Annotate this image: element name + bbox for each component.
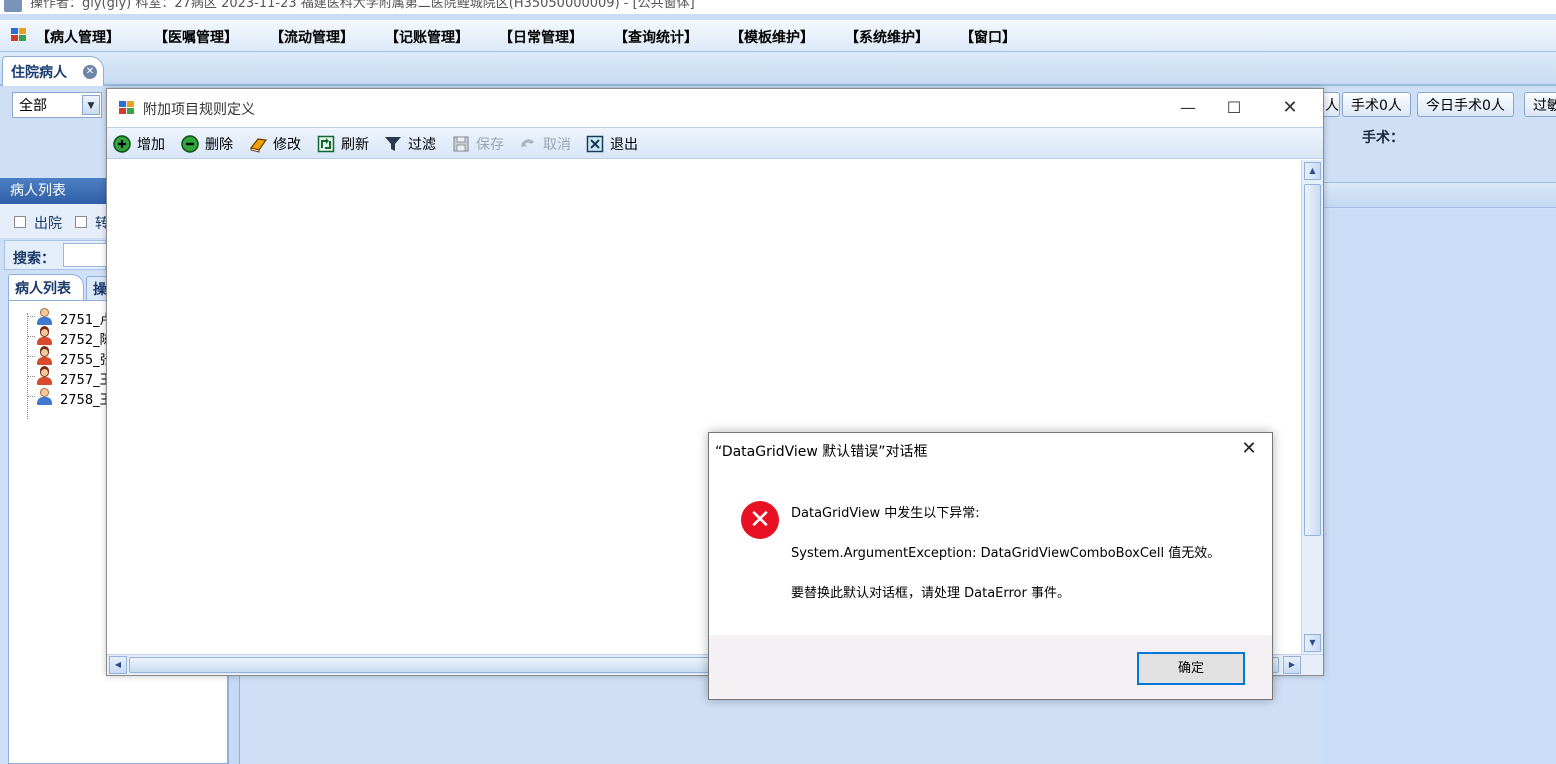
stat-button-partial-label: 人 bbox=[1325, 98, 1339, 114]
rule-toolbar: 增加 删除 修改 刷新 过滤 保存 取消 退出 bbox=[107, 127, 1323, 159]
tree-connector bbox=[27, 313, 28, 419]
search-label: 搜索： bbox=[13, 251, 55, 267]
female-patient-icon bbox=[35, 327, 53, 345]
close-icon[interactable]: ✕ bbox=[1226, 433, 1272, 465]
close-button[interactable]: ✕ bbox=[1267, 89, 1313, 127]
menu-patient-management[interactable]: 【病人管理】 bbox=[36, 27, 120, 47]
error-message-line: DataGridView 中发生以下异常: bbox=[791, 506, 980, 521]
allergy-count-label: 过敏 bbox=[1533, 98, 1556, 114]
male-patient-icon bbox=[35, 307, 53, 325]
window-app-icon bbox=[119, 101, 135, 115]
patient-tree-item-label: 2757_王 bbox=[60, 373, 113, 388]
filter-button-label: 过滤 bbox=[408, 137, 436, 153]
menu-daily-management[interactable]: 【日常管理】 bbox=[499, 27, 583, 47]
patient-list-tabs: 病人列表 操 bbox=[4, 272, 116, 300]
add-button-label: 增加 bbox=[137, 137, 165, 153]
panel-splitter[interactable] bbox=[228, 676, 240, 764]
save-button-label: 保存 bbox=[476, 137, 504, 153]
patient-tree-item-label: 2755_张 bbox=[60, 353, 113, 368]
menu-order-management[interactable]: 【医嘱管理】 bbox=[154, 27, 238, 47]
patient-tree-item-label: 2752_陈 bbox=[60, 333, 113, 348]
window-title: 操作者：gly(gly) 科室：27病区 2023-11-23 福建医科大学附属… bbox=[30, 0, 695, 11]
menu-window[interactable]: 【窗口】 bbox=[960, 27, 1016, 47]
eraser-icon bbox=[249, 138, 267, 153]
today-surgery-count-label: 今日手术0人 bbox=[1426, 98, 1505, 114]
document-tab-bar: 住院病人 ✕ bbox=[0, 52, 1556, 86]
window-title-bar: 操作者：gly(gly) 科室：27病区 2023-11-23 福建医科大学附属… bbox=[0, 0, 1556, 14]
menu-template-maintenance[interactable]: 【模板维护】 bbox=[730, 27, 814, 47]
error-message-line: System.ArgumentException: DataGridViewCo… bbox=[791, 546, 1221, 561]
right-panel-area bbox=[1322, 209, 1556, 764]
surgery-count-label: 手术0人 bbox=[1351, 98, 1402, 114]
female-patient-icon bbox=[35, 367, 53, 385]
edit-button-label: 修改 bbox=[273, 137, 301, 153]
close-icon[interactable]: ✕ bbox=[83, 65, 97, 79]
minimize-button[interactable]: — bbox=[1165, 89, 1211, 127]
maximize-button[interactable]: ☐ bbox=[1211, 89, 1257, 127]
female-patient-icon bbox=[35, 347, 53, 365]
today-surgery-count-button[interactable]: 今日手术0人 bbox=[1417, 92, 1514, 117]
refresh-icon bbox=[317, 135, 335, 153]
scroll-right-icon[interactable]: ▶ bbox=[1283, 656, 1301, 674]
vertical-scroll-thumb[interactable] bbox=[1304, 184, 1321, 536]
error-dialog: “DataGridView 默认错误”对话框 ✕ ✕ DataGridView … bbox=[708, 432, 1273, 700]
delete-icon bbox=[181, 135, 199, 153]
tab-inpatients-label: 住院病人 bbox=[11, 65, 67, 81]
patient-list-header: 病人列表 bbox=[0, 178, 106, 204]
chevron-down-icon[interactable]: ▼ bbox=[82, 95, 100, 115]
exit-icon bbox=[586, 135, 604, 153]
cancel-button-label: 取消 bbox=[543, 137, 571, 153]
patient-tree-item-label: 2751_卢 bbox=[60, 313, 113, 328]
menu-system-maintenance[interactable]: 【系统维护】 bbox=[845, 27, 929, 47]
menubar: 【病人管理】 【医嘱管理】 【流动管理】 【记账管理】 【日常管理】 【查询统计… bbox=[0, 20, 1556, 52]
add-icon bbox=[113, 135, 131, 153]
error-dialog-title: “DataGridView 默认错误”对话框 bbox=[715, 444, 928, 460]
right-panel-header bbox=[1322, 182, 1556, 208]
allergy-count-button[interactable]: 过敏 bbox=[1524, 92, 1556, 117]
ok-button[interactable]: 确定 bbox=[1137, 652, 1245, 685]
menu-flow-management[interactable]: 【流动管理】 bbox=[270, 27, 354, 47]
window-list-icon[interactable] bbox=[11, 28, 27, 42]
male-patient-icon bbox=[35, 387, 53, 405]
app-icon bbox=[4, 0, 22, 12]
surgery-count-button[interactable]: 手术0人 bbox=[1342, 92, 1411, 117]
error-message-line: 要替换此默认对话框，请处理 DataError 事件。 bbox=[791, 586, 1070, 601]
exit-button-label: 退出 bbox=[610, 137, 638, 153]
scroll-left-icon[interactable]: ◀ bbox=[109, 656, 127, 674]
save-icon bbox=[453, 136, 469, 152]
ward-filter-select[interactable]: 全部 ▼ bbox=[12, 92, 102, 118]
scroll-down-icon[interactable]: ▼ bbox=[1304, 634, 1321, 652]
menu-query-statistics[interactable]: 【查询统计】 bbox=[614, 27, 698, 47]
ward-filter-value: 全部 bbox=[19, 98, 47, 114]
discharged-checkbox-label: 出院 bbox=[34, 216, 62, 232]
transfer-checkbox[interactable] bbox=[75, 216, 87, 228]
undo-icon bbox=[521, 139, 534, 147]
surgery-info-label: 手术： bbox=[1362, 130, 1404, 146]
vertical-scrollbar[interactable]: ▲ ▼ bbox=[1301, 160, 1323, 654]
tab-inpatients[interactable]: 住院病人 ✕ bbox=[2, 56, 104, 86]
delete-button-label: 删除 bbox=[205, 137, 233, 153]
scroll-up-icon[interactable]: ▲ bbox=[1304, 162, 1321, 180]
patient-tree-item-label: 2758_王 bbox=[60, 393, 113, 408]
refresh-button-label: 刷新 bbox=[341, 137, 369, 153]
error-dialog-footer: 确定 bbox=[709, 635, 1272, 699]
patient-filter-options: 出院 转 bbox=[0, 204, 109, 238]
tab-patient-list[interactable]: 病人列表 bbox=[8, 274, 84, 300]
rule-window-titlebar[interactable]: 附加项目规则定义 — ☐ ✕ bbox=[107, 89, 1323, 127]
rule-window-title: 附加项目规则定义 bbox=[143, 102, 255, 118]
error-icon: ✕ bbox=[741, 501, 779, 539]
menu-billing-management[interactable]: 【记账管理】 bbox=[385, 27, 469, 47]
funnel-icon bbox=[385, 137, 401, 151]
patient-search-row: 搜索： bbox=[4, 240, 123, 270]
discharged-checkbox[interactable] bbox=[14, 216, 26, 228]
